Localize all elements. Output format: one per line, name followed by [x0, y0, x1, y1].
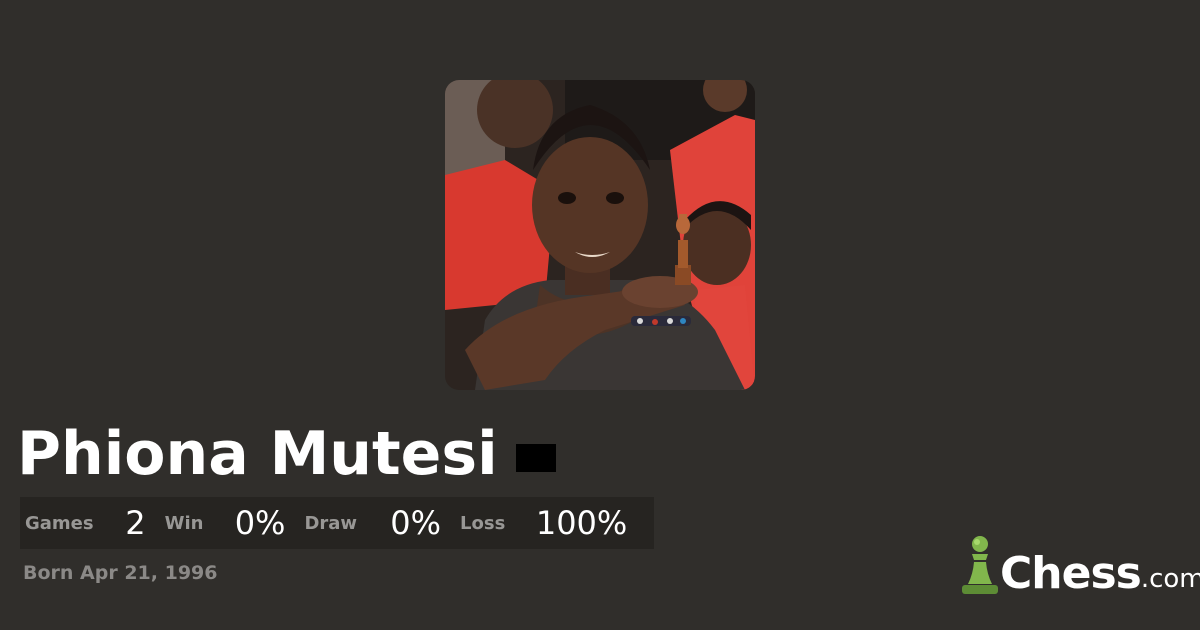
games-value: 2: [125, 504, 146, 542]
win-value: 0%: [234, 504, 286, 542]
country-flag-icon: [515, 444, 556, 472]
logo-domain: .com: [1140, 564, 1200, 594]
win-label: Win: [164, 512, 204, 534]
chess-com-logo: Chess .com: [958, 534, 1200, 596]
born-date: Born Apr 21, 1996: [23, 562, 218, 584]
logo-wordmark: Chess: [1000, 548, 1142, 599]
loss-value: 100%: [535, 504, 628, 542]
draw-label: Draw: [304, 512, 358, 534]
stats-bar: Games 2 Win 0% Draw 0% Loss 100%: [20, 497, 654, 549]
player-name: Phiona Mutesi: [17, 419, 498, 489]
name-row: Phiona Mutesi: [17, 414, 556, 494]
player-photo: [445, 80, 755, 390]
games-label: Games: [25, 512, 94, 534]
draw-value: 0%: [390, 504, 442, 542]
pawn-logo-icon: [962, 536, 998, 594]
loss-label: Loss: [460, 512, 506, 534]
